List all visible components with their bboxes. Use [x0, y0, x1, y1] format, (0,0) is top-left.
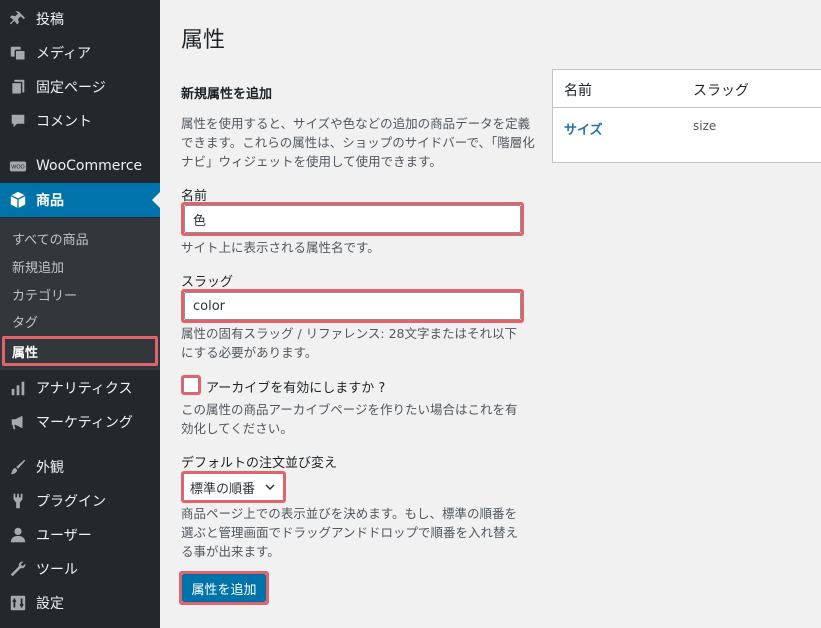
submenu-item-add-new[interactable]: 新規追加 — [0, 252, 160, 280]
sidebar-item-products[interactable]: 商品 — [0, 183, 160, 217]
sidebar-item-settings[interactable]: 設定 — [0, 586, 160, 620]
name-help: サイト上に表示される属性名です。 — [181, 240, 380, 255]
attributes-table: 名前 スラッグ サイズ size — [552, 69, 821, 163]
woocommerce-icon: WOO — [0, 157, 36, 175]
pushpin-icon — [0, 10, 36, 28]
order-label: デフォルトの注文並び変え — [181, 456, 338, 471]
sidebar-item-posts[interactable]: 投稿 — [0, 2, 160, 36]
submenu-item-tags[interactable]: タグ — [0, 307, 160, 335]
column-header-name: 名前 — [564, 83, 592, 99]
attributes-highlight-box — [2, 336, 158, 366]
attribute-name-link[interactable]: サイズ — [564, 119, 603, 138]
add-attribute-button[interactable]: 属性を追加 — [182, 574, 266, 602]
submenu-item-categories[interactable]: カテゴリー — [0, 280, 160, 308]
main-content: 属性 新規属性を追加 属性を使用すると、サイズや色などの追加の商品データを定義で… — [160, 0, 821, 628]
submit-button-highlight: 属性を追加 — [179, 571, 269, 605]
order-help: 商品ページ上での表示並びを決めます。もし、標準の順番を選ぶと管理画面でドラッグア… — [181, 506, 519, 559]
media-icon — [0, 44, 36, 62]
megaphone-icon — [0, 413, 36, 431]
plugin-icon — [0, 492, 36, 510]
sidebar-item-label: プラグイン — [36, 494, 106, 510]
attribute-slug-cell: size — [693, 119, 717, 133]
sidebar-item-analytics[interactable]: アナリティクス — [0, 371, 160, 405]
sidebar-item-label: コメント — [36, 114, 92, 130]
sidebar-item-label: アナリティクス — [36, 381, 133, 397]
slug-help: 属性の固有スラッグ / リファレンス: 28文字またはそれ以下にする必要がありま… — [181, 326, 517, 360]
form-title: 新規属性を追加 — [181, 87, 273, 102]
sidebar-item-label: 商品 — [36, 193, 64, 209]
sidebar-item-tools[interactable]: ツール — [0, 552, 160, 586]
archive-checkbox[interactable] — [181, 375, 201, 395]
sidebar-item-appearance[interactable]: 外観 — [0, 450, 160, 484]
comment-icon — [0, 112, 36, 130]
user-icon — [0, 526, 36, 544]
submenu-item-label: カテゴリー — [12, 288, 78, 304]
sidebar-item-label: マーケティング — [36, 415, 133, 431]
current-menu-arrow — [152, 192, 160, 208]
sidebar-item-label: ツール — [36, 562, 78, 578]
sidebar-item-comments[interactable]: コメント — [0, 104, 160, 138]
wrench-icon — [0, 560, 36, 578]
sidebar-item-label: WooCommerce — [36, 158, 143, 174]
admin-sidebar: 投稿 メディア 固定ページ コメント WOO WooCommerce 商品 すべ… — [0, 0, 160, 628]
submenu-item-label: 新規追加 — [12, 260, 65, 276]
name-field-highlight — [181, 202, 524, 236]
archive-help: この属性の商品アーカイブページを作りたい場合はこれを有効化してください。 — [181, 402, 518, 436]
submenu-item-label: すべての商品 — [12, 232, 89, 248]
form-description: 属性を使用すると、サイズや色などの追加の商品データを定義できます。これらの属性は… — [181, 116, 535, 169]
brush-icon — [0, 458, 36, 476]
bar-chart-icon — [0, 379, 36, 397]
settings-icon — [0, 594, 36, 612]
product-box-icon — [0, 191, 36, 209]
order-select[interactable]: 標準の順番 — [181, 471, 286, 503]
sidebar-item-pages[interactable]: 固定ページ — [0, 70, 160, 104]
submenu-item-label: タグ — [12, 315, 39, 331]
sidebar-item-label: ユーザー — [36, 528, 92, 544]
sidebar-item-label: メディア — [36, 46, 92, 62]
sidebar-item-label: 固定ページ — [36, 80, 106, 96]
sidebar-item-label: 外観 — [36, 460, 64, 476]
sidebar-item-label: 設定 — [36, 596, 64, 612]
sidebar-item-plugins[interactable]: プラグイン — [0, 484, 160, 518]
slug-label: スラッグ — [181, 275, 234, 290]
sidebar-item-woocommerce[interactable]: WOO WooCommerce — [0, 149, 160, 183]
svg-text:WOO: WOO — [11, 165, 24, 171]
order-select-value: 標準の順番 — [190, 481, 256, 497]
slug-field-highlight — [181, 289, 524, 323]
column-header-slug: スラッグ — [693, 83, 749, 99]
pages-icon — [0, 78, 36, 96]
sidebar-item-media[interactable]: メディア — [0, 36, 160, 70]
sidebar-item-users[interactable]: ユーザー — [0, 518, 160, 552]
chevron-down-icon — [265, 484, 275, 491]
slug-input[interactable] — [184, 292, 521, 320]
sidebar-item-marketing[interactable]: マーケティング — [0, 405, 160, 439]
sidebar-item-label: 投稿 — [36, 12, 64, 28]
table-header: 名前 スラッグ — [553, 70, 821, 108]
archive-checkbox-label[interactable]: アーカイブを有効にしますか ? — [206, 377, 385, 396]
page-title: 属性 — [181, 28, 226, 53]
name-input[interactable] — [184, 205, 521, 233]
submenu-item-all-products[interactable]: すべての商品 — [0, 224, 160, 252]
